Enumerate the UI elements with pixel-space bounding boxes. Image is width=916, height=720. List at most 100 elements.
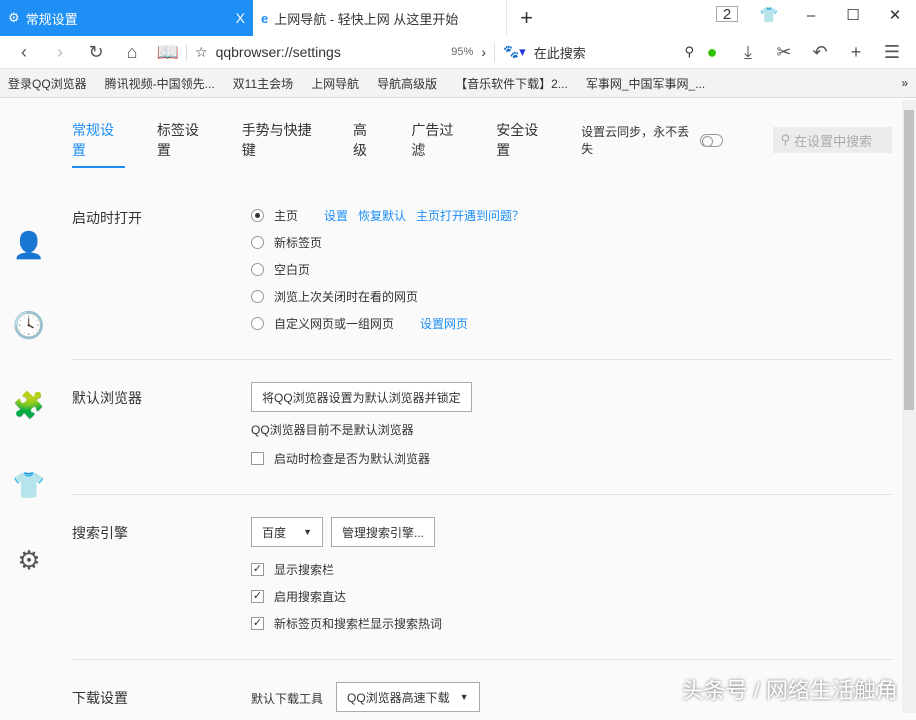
zoom-level[interactable]: 95% (451, 46, 473, 58)
check-default-checkbox[interactable] (251, 452, 264, 465)
option-label: 浏览上次关闭时在看的网页 (274, 288, 418, 305)
tab-navigation[interactable]: e 上网导航 - 轻快上网 从这里开始 (253, 0, 506, 36)
set-default-button[interactable]: 将QQ浏览器设置为默认浏览器并锁定 (251, 382, 472, 412)
menu-icon[interactable]: ☰ (874, 42, 910, 63)
download-tool-label: 默认下载工具 (251, 690, 323, 707)
minimize-button[interactable]: – (790, 0, 832, 30)
tab-gestures[interactable]: 手势与快捷键 (242, 120, 321, 160)
set-pages-link[interactable]: 设置网页 (420, 315, 468, 332)
default-browser-section: 默认浏览器 将QQ浏览器设置为默认浏览器并锁定 QQ浏览器目前不是默认浏览器 启… (72, 360, 892, 495)
tab-label: 上网导航 - 轻快上网 从这里开始 (274, 9, 458, 28)
scrollbar-thumb[interactable] (904, 110, 914, 410)
gear-icon: ⚙ (8, 10, 20, 26)
home-icon[interactable]: ⌂ (114, 42, 150, 63)
option-label: 启用搜索直达 (274, 588, 346, 605)
section-title: 下载设置 (72, 688, 128, 708)
dropdown-arrow-icon: ▼ (460, 692, 469, 702)
url-text[interactable]: qqbrowser://settings (216, 44, 341, 60)
nav-bar: ‹ › ↻ ⌂ 📖 ☆ qqbrowser://settings 95% › 🐾▾ 在此… (0, 36, 916, 69)
add-icon[interactable]: + (838, 42, 874, 63)
section-title: 默认浏览器 (72, 388, 142, 408)
close-tab-button[interactable]: X (236, 10, 245, 26)
sync-label: 设置云同步，永不丢失 (581, 123, 694, 157)
tab-count[interactable]: 2 (716, 6, 738, 22)
refresh-icon[interactable]: ↻ (78, 42, 114, 63)
tab-tabs[interactable]: 标签设置 (157, 120, 210, 160)
user-icon[interactable]: 👤 (12, 230, 46, 264)
more-bookmarks-icon[interactable]: » (901, 76, 908, 90)
sync-toggle[interactable] (700, 134, 723, 147)
search-placeholder: 在设置中搜索 (794, 131, 872, 150)
settings-gear-icon[interactable]: ⚙ (12, 545, 46, 579)
radio-newtab[interactable] (251, 236, 264, 249)
option-label: 启动时检查是否为默认浏览器 (274, 450, 430, 467)
section-title: 搜索引擎 (72, 523, 128, 543)
option-label: 主页 (274, 207, 298, 224)
restore-default-link[interactable]: 恢复默认 (358, 207, 406, 224)
new-tab-button[interactable]: + (506, 0, 546, 36)
bookmarks-bar: 登录QQ浏览器 腾讯视频-中国领先... 双11主会场 上网导航 导航高级版 【… (0, 69, 916, 98)
radio-last-session[interactable] (251, 290, 264, 303)
wechat-icon[interactable]: ● (694, 42, 730, 63)
search-input[interactable]: 在此搜索 (534, 43, 586, 62)
settings-content: 常规设置 标签设置 手势与快捷键 高级 广告过滤 安全设置 设置云同步，永不丢失… (72, 100, 892, 720)
download-tool-select[interactable]: QQ浏览器高速下载 ▼ (336, 682, 480, 712)
bookmark-item[interactable]: 双11主会场 (233, 75, 293, 92)
selected-value: 百度 (262, 524, 286, 541)
checkbox-hot-words[interactable]: ✓ (251, 617, 264, 630)
watermark: 头条号 / 网络生活触角 (682, 673, 898, 705)
checkbox-show-searchbar[interactable]: ✓ (251, 563, 264, 576)
radio-home[interactable] (251, 209, 264, 222)
star-icon[interactable]: ☆ (195, 44, 208, 61)
baidu-icon[interactable]: 🐾▾ (503, 44, 526, 60)
home-problem-link[interactable]: 主页打开遇到问题？ (416, 207, 524, 224)
settings-search-input[interactable]: ⚲在设置中搜索 (773, 127, 892, 153)
download-icon[interactable]: ⤓ (730, 42, 766, 63)
tab-bar: ⚙ 常规设置 X e 上网导航 - 轻快上网 从这里开始 + 2 👕 – ☐ ✕ (0, 0, 916, 36)
option-label: 显示搜索栏 (274, 561, 334, 578)
forward-icon[interactable]: › (42, 42, 78, 63)
skin-icon[interactable]: 👕 (748, 0, 790, 30)
tab-advanced[interactable]: 高级 (353, 120, 379, 160)
tab-security[interactable]: 安全设置 (496, 120, 549, 160)
close-window-button[interactable]: ✕ (874, 0, 916, 30)
tab-adblock[interactable]: 广告过滤 (411, 120, 464, 160)
settings-tabs: 常规设置 标签设置 手势与快捷键 高级 广告过滤 安全设置 设置云同步，永不丢失… (72, 100, 892, 180)
reader-icon[interactable]: 📖 (150, 42, 186, 63)
maximize-button[interactable]: ☐ (832, 0, 874, 30)
bookmark-login[interactable]: 登录QQ浏览器 (8, 75, 87, 92)
skin-icon[interactable]: 👕 (12, 470, 46, 504)
back-icon[interactable]: ‹ (6, 42, 42, 63)
bookmark-item[interactable]: 导航高级版 (377, 75, 437, 92)
bookmark-item[interactable]: 【音乐软件下载】2... (455, 75, 568, 92)
search-icon[interactable]: ⚲ (684, 44, 694, 60)
tab-general[interactable]: 常规设置 (72, 120, 125, 168)
scissors-icon[interactable]: ✂ (766, 42, 802, 63)
address-bar[interactable]: ☆ qqbrowser://settings 95% › (186, 44, 486, 61)
checkbox-direct-search[interactable]: ✓ (251, 590, 264, 603)
option-label: 新标签页 (274, 234, 322, 251)
extension-icon[interactable]: 🧩 (12, 390, 46, 424)
ie-icon: e (261, 11, 268, 26)
tab-label: 常规设置 (26, 9, 78, 28)
set-home-link[interactable]: 设置 (324, 207, 348, 224)
radio-custom[interactable] (251, 317, 264, 330)
tab-settings[interactable]: ⚙ 常规设置 X (0, 0, 253, 36)
bookmark-item[interactable]: 腾讯视频-中国领先... (105, 75, 215, 92)
radio-blank[interactable] (251, 263, 264, 276)
manage-search-button[interactable]: 管理搜索引擎... (331, 517, 435, 547)
chevron-right-icon[interactable]: › (481, 44, 486, 60)
startup-section: 启动时打开 主页 设置恢复默认主页打开遇到问题？ 新标签页 空白页 浏览上次关闭时… (72, 180, 892, 360)
section-title: 启动时打开 (72, 208, 142, 228)
scrollbar[interactable] (902, 100, 916, 713)
search-bar[interactable]: 🐾▾ 在此搜索 ⚲ (494, 43, 694, 62)
selected-value: QQ浏览器高速下载 (347, 689, 450, 706)
search-icon: ⚲ (781, 132, 791, 148)
option-label: 新标签页和搜索栏显示搜索热词 (274, 615, 442, 632)
history-icon[interactable]: 🕓 (12, 310, 46, 344)
bookmark-item[interactable]: 上网导航 (311, 75, 359, 92)
search-engine-select[interactable]: 百度▼ (251, 517, 323, 547)
bookmark-item[interactable]: 军事网_中国军事网_... (586, 75, 705, 92)
option-label: 空白页 (274, 261, 310, 278)
undo-icon[interactable]: ↶ (802, 42, 838, 63)
